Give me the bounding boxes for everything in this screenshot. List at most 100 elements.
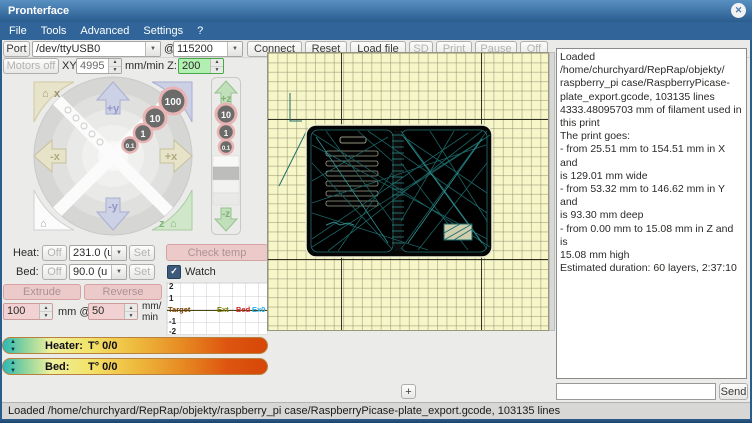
spin-down-icon[interactable]: ▼ bbox=[109, 67, 121, 74]
spin-down-icon[interactable]: ▼ bbox=[211, 67, 223, 74]
baud-select-value: 115200 bbox=[174, 42, 227, 56]
menu-file[interactable]: File bbox=[4, 25, 36, 37]
xy-feed-stepper[interactable]: 4995 ▲▼ bbox=[76, 58, 122, 74]
home-icon: ⌂ bbox=[40, 218, 47, 230]
heat-set-button: Set bbox=[129, 245, 155, 261]
graph-tick: 1 bbox=[169, 294, 173, 303]
svg-text:0.1: 0.1 bbox=[125, 143, 134, 150]
home-icon: ⌂ bbox=[170, 218, 177, 230]
window-border-left bbox=[0, 40, 2, 419]
home-icon: ⌂ bbox=[42, 88, 49, 100]
bed-temp-value: 90.0 (u bbox=[70, 265, 111, 279]
jog-minus-y-label: -y bbox=[108, 201, 119, 213]
extrude-length-unit: mm @ bbox=[58, 306, 91, 318]
heat-off-button[interactable]: Off bbox=[42, 245, 67, 261]
title-bar: Pronterface bbox=[0, 0, 752, 22]
z-feed-value: 200 bbox=[179, 59, 210, 73]
status-text: Loaded /home/churchyard/RepRap/objekty/r… bbox=[8, 405, 560, 417]
z-step-badge-01: 0.1 bbox=[219, 140, 233, 154]
extrude-length-stepper[interactable]: 100 ▲▼ bbox=[3, 303, 53, 320]
graph-tick: -1 bbox=[169, 317, 176, 326]
graph-series-ex0: Ex0 bbox=[252, 305, 265, 314]
port-select-value: /dev/ttyUSB0 bbox=[33, 42, 145, 56]
check-icon: ✓ bbox=[170, 266, 178, 276]
chevron-down-icon[interactable]: ▼ bbox=[145, 42, 160, 56]
spin-down-icon[interactable]: ▼ bbox=[40, 312, 52, 319]
gcode-viewer[interactable] bbox=[267, 52, 549, 331]
svg-text:10: 10 bbox=[149, 114, 161, 125]
send-button[interactable]: Send bbox=[719, 383, 748, 400]
close-icon[interactable]: ✕ bbox=[731, 3, 746, 18]
status-bar: Loaded /home/churchyard/RepRap/objekty/r… bbox=[2, 402, 750, 419]
heat-temp-select[interactable]: 231.0 (u ▼ bbox=[69, 245, 127, 261]
motors-off-button[interactable]: Motors off bbox=[3, 58, 59, 74]
gauge-spin-icons[interactable]: ▲▼ bbox=[7, 359, 19, 375]
log-output[interactable]: Loaded /home/churchyard/RepRap/objekty/ … bbox=[556, 48, 747, 379]
spin-down-icon[interactable]: ▼ bbox=[125, 312, 137, 319]
chevron-down-icon[interactable]: ▼ bbox=[227, 42, 242, 56]
extrude-speed-stepper[interactable]: 50 ▲▼ bbox=[88, 303, 138, 320]
svg-text:100: 100 bbox=[165, 97, 182, 108]
extrude-speed-unit: mm/ min bbox=[142, 301, 161, 323]
z-jog-pad[interactable]: +z 10 1 0.1 -z bbox=[210, 76, 242, 236]
menu-tools[interactable]: Tools bbox=[36, 25, 76, 37]
plus-icon: + bbox=[405, 386, 411, 398]
temperature-graph: 2 1 -1 -2 Target Ext Bed Ex0 bbox=[166, 282, 268, 335]
heat-label: Heat: bbox=[13, 247, 39, 259]
spin-up-icon[interactable]: ▲ bbox=[40, 304, 52, 312]
spin-up-icon[interactable]: ▲ bbox=[125, 304, 137, 312]
svg-text:1: 1 bbox=[224, 129, 229, 138]
heater-gauge-label: Heater: bbox=[45, 340, 83, 352]
heater-gauge[interactable]: ▲▼ Heater: T° 0/0 bbox=[2, 337, 268, 354]
gauge-spin-icons[interactable]: ▲▼ bbox=[7, 338, 19, 354]
chevron-down-icon[interactable]: ▼ bbox=[111, 246, 126, 260]
z-step-badge-10: 10 bbox=[216, 104, 236, 124]
window-border-bottom bbox=[0, 419, 752, 423]
step-badge-01: 0.1 bbox=[123, 138, 138, 153]
menu-bar: File Tools Advanced Settings ? bbox=[0, 22, 752, 40]
spin-up-icon[interactable]: ▲ bbox=[109, 59, 121, 67]
extrude-speed-value: 50 bbox=[89, 304, 124, 319]
xy-feed-value: 4995 bbox=[77, 59, 108, 73]
window-title: Pronterface bbox=[8, 5, 69, 17]
spin-up-icon[interactable]: ▲ bbox=[211, 59, 223, 67]
watch-label: Watch bbox=[185, 266, 216, 278]
svg-text:10: 10 bbox=[221, 110, 231, 120]
bed-gauge-label: Bed: bbox=[45, 361, 69, 373]
bed-off-button[interactable]: Off bbox=[42, 264, 67, 280]
bed-set-button: Set bbox=[129, 264, 155, 280]
check-temp-button[interactable]: Check temp bbox=[166, 244, 268, 261]
jog-plus-x-label: +x bbox=[165, 151, 178, 163]
z-step-rows[interactable] bbox=[213, 156, 239, 205]
menu-help[interactable]: ? bbox=[192, 25, 212, 37]
step-badge-1: 1 bbox=[134, 124, 152, 142]
port-select[interactable]: /dev/ttyUSB0 ▼ bbox=[32, 41, 161, 57]
zoom-in-button[interactable]: + bbox=[401, 384, 416, 399]
svg-text:0.1: 0.1 bbox=[222, 146, 231, 152]
graph-tick: 2 bbox=[169, 282, 173, 291]
menu-settings[interactable]: Settings bbox=[138, 25, 192, 37]
gcode-plate-drawing bbox=[268, 53, 548, 330]
pronterface-window: Pronterface ✕ File Tools Advanced Settin… bbox=[0, 0, 752, 423]
command-input[interactable] bbox=[556, 383, 716, 400]
reverse-button[interactable]: Reverse bbox=[84, 284, 162, 300]
graph-series-ext: Ext bbox=[217, 305, 229, 314]
z-feed-stepper[interactable]: 200 ▲▼ bbox=[178, 58, 224, 74]
bed-temp-select[interactable]: 90.0 (u ▼ bbox=[69, 264, 127, 280]
menu-advanced[interactable]: Advanced bbox=[75, 25, 138, 37]
chevron-down-icon[interactable]: ▼ bbox=[111, 265, 126, 279]
log-text: Loaded /home/churchyard/RepRap/objekty/ … bbox=[560, 51, 742, 274]
port-button[interactable]: Port bbox=[3, 41, 30, 57]
xy-jog-pad[interactable]: ⌂ x y ⌂ ⌂ z ⌂ +y -y -x bbox=[28, 76, 198, 236]
watch-checkbox[interactable]: ✓ bbox=[167, 265, 181, 279]
viewer-scrollbar[interactable] bbox=[549, 52, 555, 331]
z-step-badge-1: 1 bbox=[218, 124, 234, 140]
watch-checkbox-row: ✓ Watch bbox=[167, 265, 216, 279]
heater-gauge-value: T° 0/0 bbox=[88, 340, 117, 352]
bed-gauge[interactable]: ▲▼ Bed: T° 0/0 bbox=[2, 358, 268, 375]
baud-select[interactable]: 115200 ▼ bbox=[173, 41, 243, 57]
extrude-length-value: 100 bbox=[4, 304, 39, 319]
jog-minus-x-label: -x bbox=[50, 151, 61, 163]
heat-temp-value: 231.0 (u bbox=[70, 246, 111, 260]
extrude-button[interactable]: Extrude bbox=[3, 284, 81, 300]
